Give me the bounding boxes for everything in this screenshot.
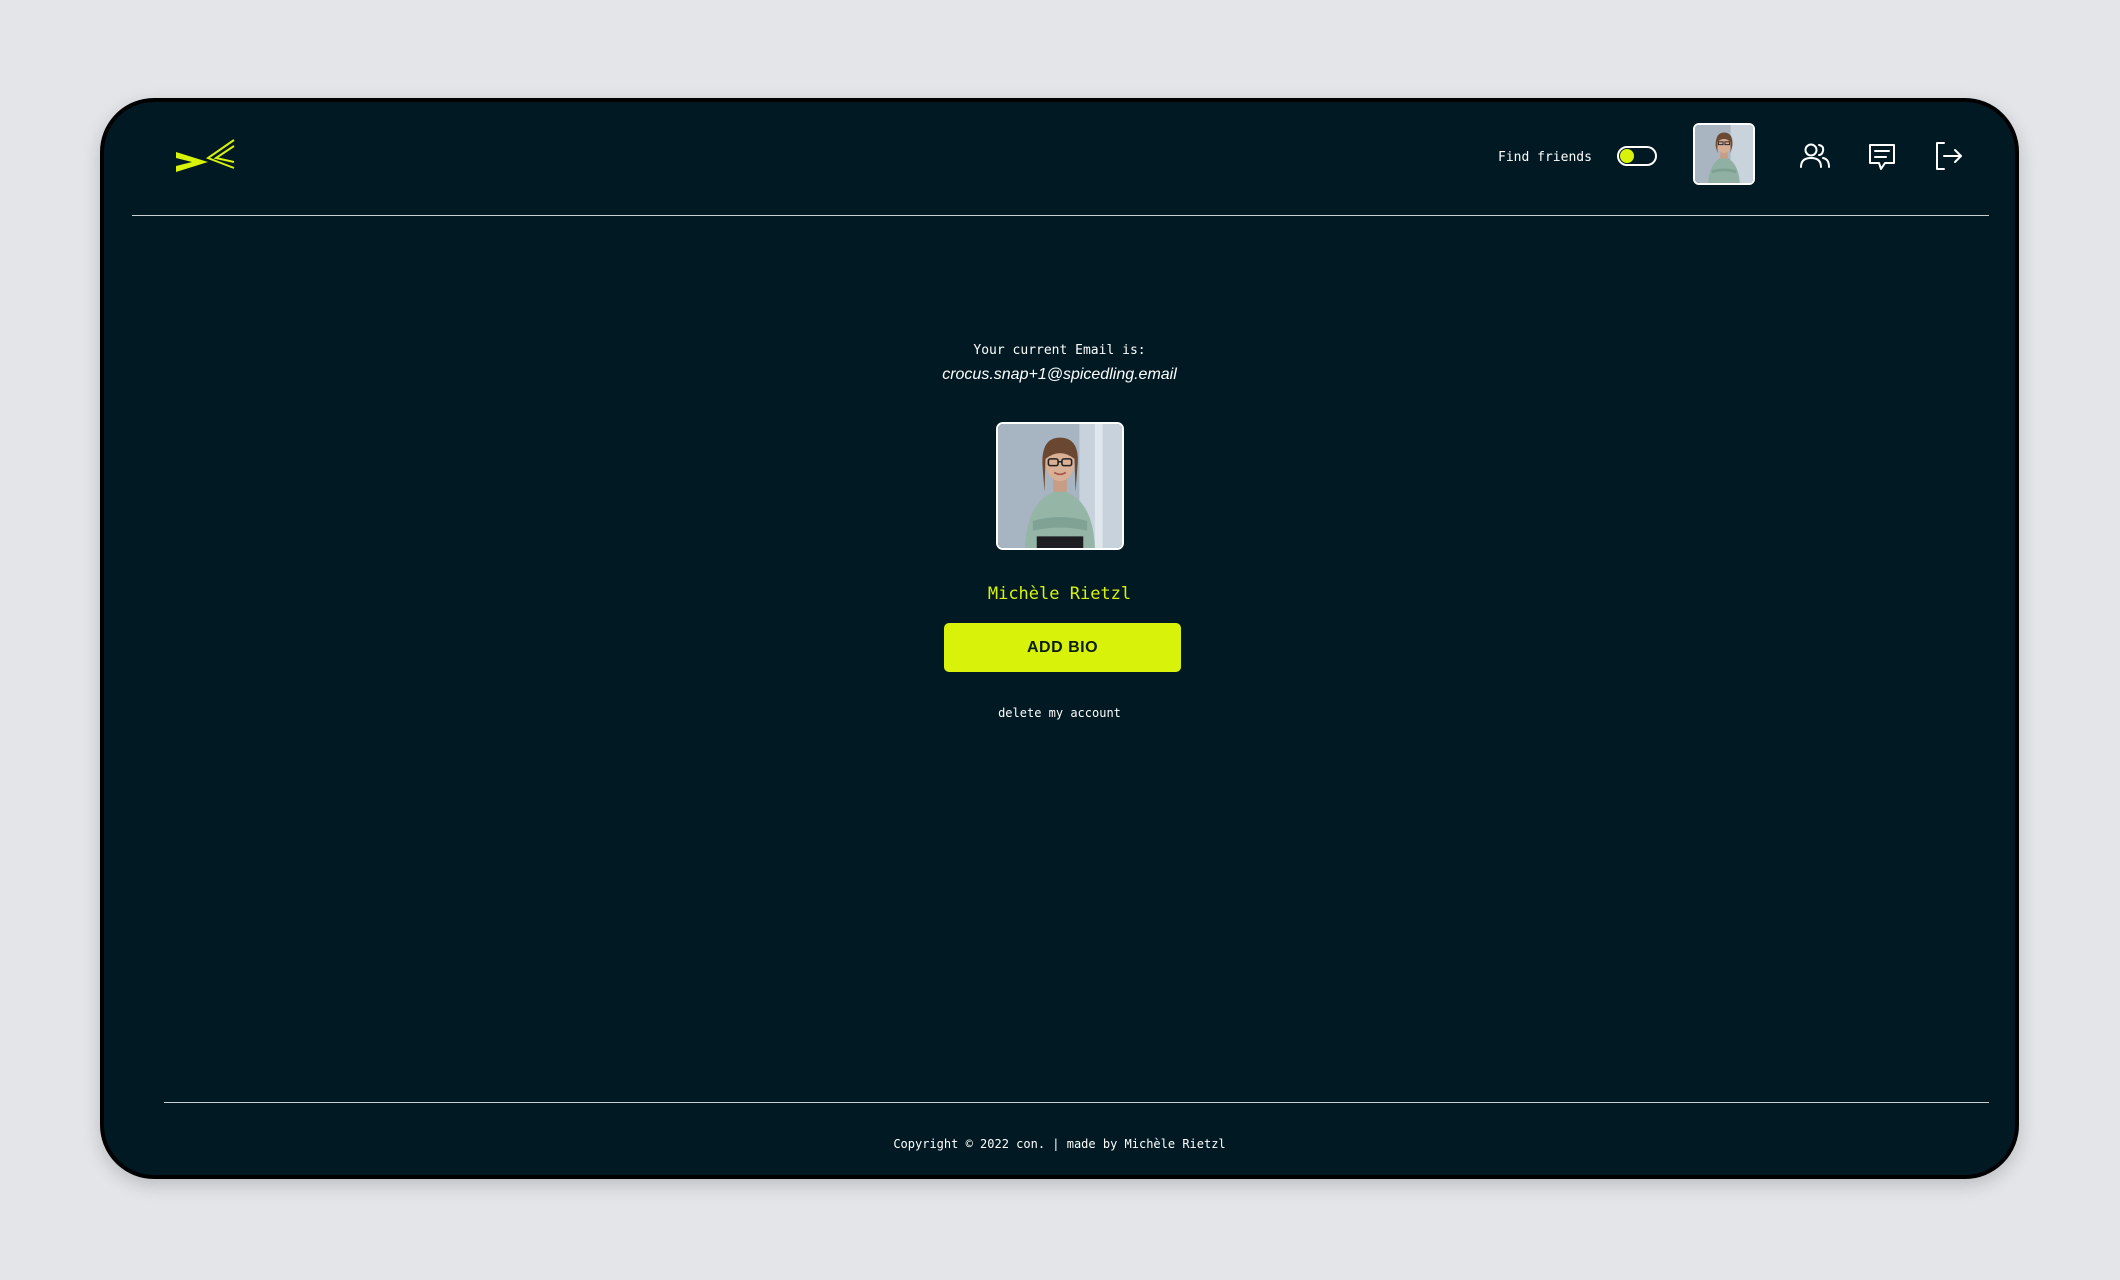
profile-name: Michèle Rietzl (987, 584, 1132, 604)
app-window: Find friends Your current Email is: croc… (100, 98, 2019, 1179)
logout-icon[interactable] (1930, 138, 1966, 174)
find-friends-toggle[interactable] (1617, 146, 1657, 166)
toggle-knob (1620, 149, 1634, 163)
profile-photo-image (998, 424, 1122, 548)
add-bio-button[interactable]: ADD BIO (944, 623, 1181, 672)
footer-copyright: Copyright © 2022 con. | made by Michèle … (893, 1137, 1226, 1151)
header-divider (132, 215, 1989, 216)
profile-photo[interactable] (996, 422, 1124, 550)
delete-account-link[interactable]: delete my account (104, 706, 2015, 720)
email-label: Your current Email is: (973, 343, 1146, 358)
friends-icon[interactable] (1797, 138, 1833, 174)
nav-avatar[interactable] (1693, 123, 1755, 185)
chat-icon[interactable] (1864, 138, 1900, 174)
find-friends-label: Find friends (1498, 150, 1592, 165)
footer-divider (164, 1102, 1989, 1103)
con-logo-icon[interactable] (174, 138, 238, 178)
email-value: crocus.snap+1@spicedling.email (942, 366, 1177, 383)
avatar-photo (1695, 125, 1753, 183)
